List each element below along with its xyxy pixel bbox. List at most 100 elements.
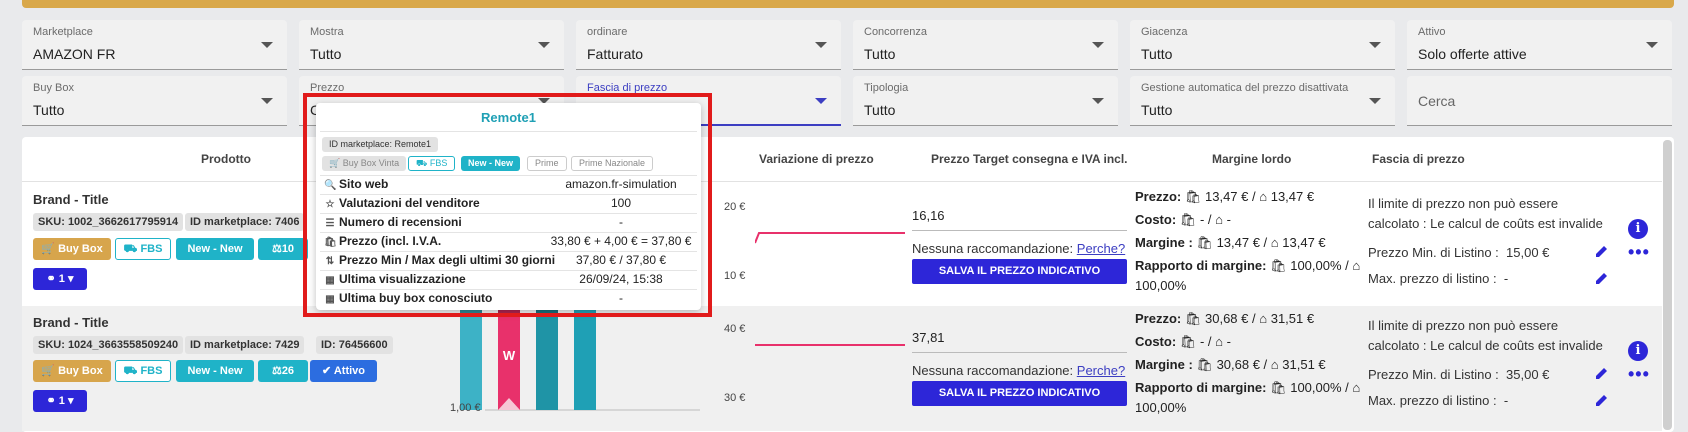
filter-marketplace[interactable]: Marketplace AMAZON FR xyxy=(22,20,287,70)
attivo-button[interactable]: ✔ Attivo xyxy=(310,360,377,382)
target-price-underline xyxy=(912,352,1127,353)
link-icon: ⚭ xyxy=(46,395,59,407)
chevron-down-icon xyxy=(538,42,550,48)
edit-max-price-icon[interactable] xyxy=(1595,271,1609,285)
chevron-down-icon xyxy=(815,42,827,48)
filter-value: Tutto xyxy=(1141,102,1173,118)
product-title[interactable]: Brand - Title xyxy=(33,192,109,207)
competitors-button[interactable]: ⚖26 xyxy=(258,360,308,382)
scale-icon: ⚖ xyxy=(271,243,282,255)
edit-max-price-icon[interactable] xyxy=(1595,393,1609,407)
bar xyxy=(536,310,558,410)
buybox-label: Buy Box xyxy=(58,365,103,377)
header-variazione: Variazione di prezzo xyxy=(759,152,874,166)
offers-bar-chart: W xyxy=(460,300,700,411)
perche-link[interactable]: Perche? xyxy=(1077,363,1125,378)
margin-costo: Costo: 🛍 - / ⌂ - xyxy=(1135,212,1231,228)
filter-ordinare[interactable]: ordinare Fatturato xyxy=(576,20,841,70)
filter-label: Buy Box xyxy=(33,82,74,94)
perche-link[interactable]: Perche? xyxy=(1077,241,1125,256)
chevron-down-icon xyxy=(1092,98,1104,104)
attivo-label: Attivo xyxy=(333,365,366,377)
save-target-price-button[interactable]: SALVA IL PREZZO INDICATIVO xyxy=(912,381,1127,406)
bag-icon: 🛍 xyxy=(1196,357,1213,372)
recommendation-label: Nessuna raccomandazione: xyxy=(912,241,1074,256)
target-price-underline xyxy=(912,230,1127,231)
fbs-button[interactable]: ⛟ FBS xyxy=(115,238,171,260)
cart-icon: 🛒 xyxy=(41,243,59,255)
cart-icon: 🛒 xyxy=(41,365,59,377)
filter-attivo[interactable]: Attivo Solo offerte attive xyxy=(1407,20,1672,70)
filter-mostra[interactable]: Mostra Tutto xyxy=(299,20,564,70)
filter-label: Attivo xyxy=(1418,26,1446,38)
search-input[interactable]: Cerca xyxy=(1407,76,1672,126)
margin-rapporto-label: Rapporto di margine: xyxy=(1135,258,1267,273)
link-icon: ⚭ xyxy=(46,273,59,285)
search-placeholder: Cerca xyxy=(1418,93,1456,109)
filter-concorrenza[interactable]: Concorrenza Tutto xyxy=(853,20,1118,70)
fascia-min-label: Prezzo Min. di Listino : xyxy=(1368,245,1499,260)
filter-label: Giacenza xyxy=(1141,26,1188,38)
header-margine: Margine lordo xyxy=(1212,152,1292,166)
filter-tipologia[interactable]: Tipologia Tutto xyxy=(853,76,1118,126)
axis-label: 10 € xyxy=(724,270,746,282)
more-options-icon[interactable]: ••• xyxy=(1628,242,1650,263)
info-icon[interactable]: i xyxy=(1628,219,1648,239)
filter-giacenza[interactable]: Giacenza Tutto xyxy=(1130,20,1395,70)
save-target-price-button[interactable]: SALVA IL PREZZO INDICATIVO xyxy=(912,259,1127,284)
margin-rapporto-value2: 100,00% xyxy=(1135,400,1187,415)
filter-value: Tutto xyxy=(864,102,896,118)
link-count: 1 xyxy=(58,395,65,407)
product-title[interactable]: Brand - Title xyxy=(33,315,109,330)
top-accent-bar xyxy=(22,0,1674,8)
buybox-button[interactable]: 🛒 Buy Box xyxy=(33,360,111,382)
vertical-scrollbar[interactable] xyxy=(1663,140,1672,430)
margin-rapporto: Rapporto di margine: 🛍 100,00% / ⌂ xyxy=(1135,380,1360,396)
fascia-max: Max. prezzo di listino : - xyxy=(1368,391,1508,411)
buybox-label: Buy Box xyxy=(58,243,103,255)
link-dropdown-button[interactable]: ⚭ 1 ▾ xyxy=(33,268,87,290)
home-icon: ⌂ xyxy=(1259,189,1268,204)
margin-prezzo-value: 13,47 € / xyxy=(1205,189,1256,204)
filter-value: Tutto xyxy=(33,102,65,118)
filter-gestione-automatica[interactable]: Gestione automatica del prezzo disattiva… xyxy=(1130,76,1395,126)
filter-buybox[interactable]: Buy Box Tutto xyxy=(22,76,287,126)
filter-label: Concorrenza xyxy=(864,26,927,38)
target-price-value[interactable]: 16,16 xyxy=(912,208,945,223)
edit-min-price-icon[interactable] xyxy=(1595,244,1609,258)
margin-costo: Costo: 🛍 - / ⌂ - xyxy=(1135,334,1231,350)
edit-min-price-icon[interactable] xyxy=(1595,366,1609,380)
home-icon: ⌂ xyxy=(1259,311,1268,326)
sku-tag: SKU: 1024_3663558509240 xyxy=(33,336,184,354)
info-icon[interactable]: i xyxy=(1628,341,1648,361)
chevron-down-icon xyxy=(261,42,273,48)
condition-button[interactable]: New - New xyxy=(176,360,254,382)
bag-icon: 🛍 xyxy=(1270,258,1287,273)
highlight-box xyxy=(303,93,712,317)
fascia-max-value: - xyxy=(1503,271,1509,286)
competitors-button[interactable]: ⚖10 xyxy=(258,238,308,260)
filter-label: Mostra xyxy=(310,26,344,38)
margin-costo-value: - / xyxy=(1199,212,1212,227)
margin-margine-label: Margine : xyxy=(1135,357,1193,372)
condition-button[interactable]: New - New xyxy=(176,238,254,260)
buybox-button[interactable]: 🛒 Buy Box xyxy=(33,238,111,260)
filter-value: Solo offerte attive xyxy=(1418,46,1527,62)
product-id-tag: ID: 76456600 xyxy=(316,336,393,354)
filter-label: Tipologia xyxy=(864,82,909,94)
price-variation-line xyxy=(755,344,905,346)
margin-prezzo: Prezzo: 🛍 30,68 € / ⌂ 31,51 € xyxy=(1135,311,1314,327)
filter-value: Fatturato xyxy=(587,46,644,62)
target-price-value[interactable]: 37,81 xyxy=(912,330,945,345)
link-dropdown-button[interactable]: ⚭ 1 ▾ xyxy=(33,390,87,412)
more-options-icon[interactable]: ••• xyxy=(1628,364,1650,385)
axis-label: 40 € xyxy=(724,323,746,335)
recommendation-text: Nessuna raccomandazione: Perche? xyxy=(912,241,1125,256)
filter-label: Gestione automatica del prezzo disattiva… xyxy=(1141,82,1349,94)
fascia-message-1: Il limite di prezzo non può essere xyxy=(1368,318,1559,333)
chart-axis-label: 1,00 € xyxy=(450,402,481,414)
fbs-button[interactable]: ⛟ FBS xyxy=(115,360,171,382)
fbs-label: FBS xyxy=(140,243,163,255)
bar-label: W xyxy=(503,348,516,363)
competitors-count: 10 xyxy=(281,243,295,255)
